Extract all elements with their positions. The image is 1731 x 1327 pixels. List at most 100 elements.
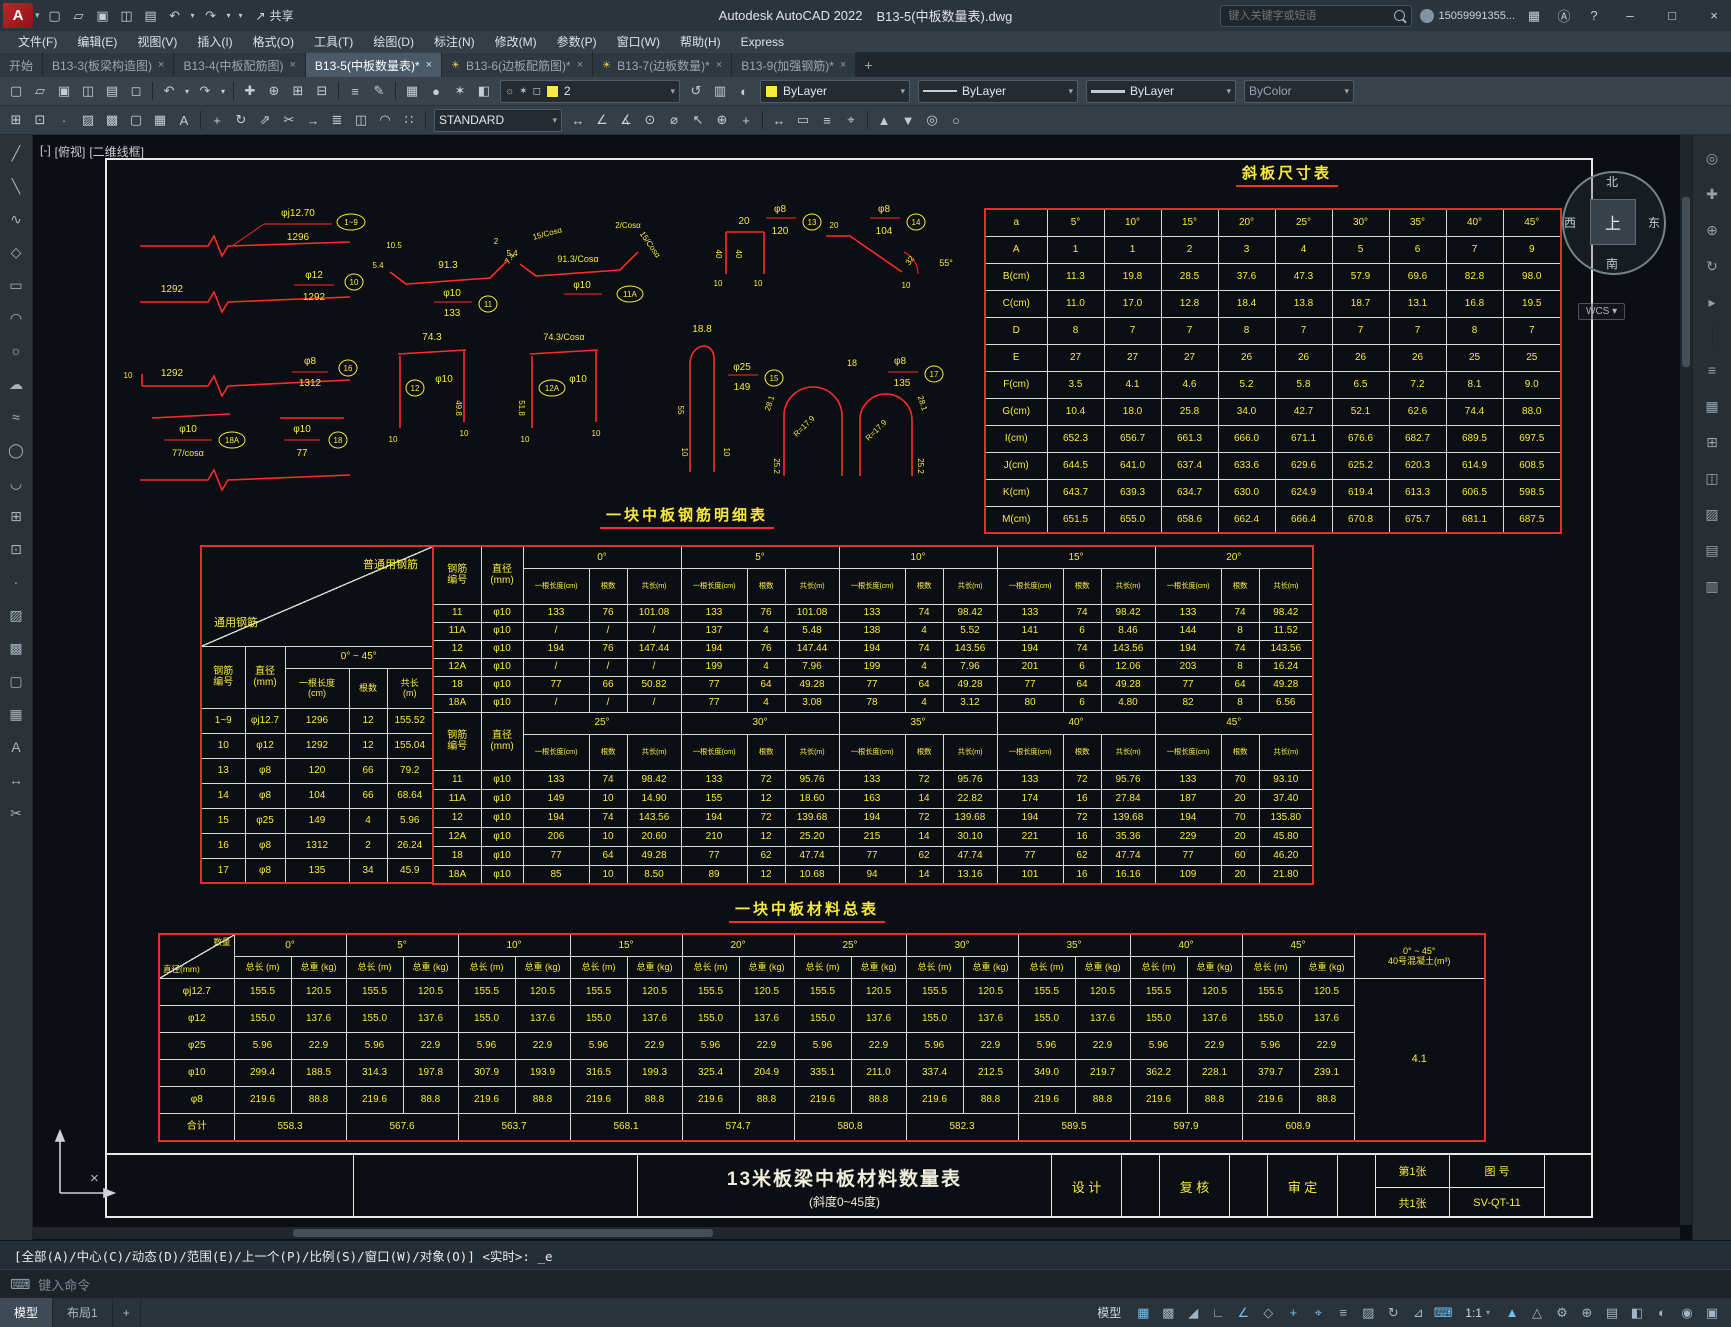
text-icon[interactable]: A — [173, 109, 195, 131]
layer-previous-icon[interactable]: ↺ — [685, 80, 707, 102]
transparency-icon[interactable]: ▨ — [1357, 1303, 1379, 1323]
table-icon[interactable]: ▦ — [5, 704, 27, 724]
circle-icon[interactable]: ○ — [5, 341, 27, 361]
orbit-icon[interactable]: ↻ — [1701, 255, 1723, 277]
region-icon[interactable]: ▢ — [5, 671, 27, 691]
layer-lock-icon[interactable]: ◧ — [473, 80, 495, 102]
file-tab[interactable]: B13-4(中板配筋图) × — [174, 52, 305, 77]
pan-hand-icon[interactable]: ✚ — [1701, 183, 1723, 205]
redo-arrow-icon[interactable]: ▾ — [218, 80, 228, 102]
qat-save-icon[interactable]: ▣ — [92, 5, 114, 27]
layer-properties-icon[interactable]: ▦ — [401, 80, 423, 102]
save-icon[interactable]: ▣ — [53, 80, 75, 102]
point-icon[interactable]: · — [53, 109, 75, 131]
menu-item[interactable]: Express — [731, 31, 794, 53]
tab-close-icon[interactable]: × — [158, 59, 164, 71]
annotation-monitor-icon[interactable]: ⊕ — [1576, 1303, 1598, 1323]
search-input[interactable] — [1226, 8, 1388, 23]
text-style-dropdown[interactable]: STANDARD ▾ — [434, 108, 562, 132]
rectangle-icon[interactable]: ▭ — [5, 275, 27, 295]
draworder-back-icon[interactable]: ▼ — [897, 109, 919, 131]
drawing-canvas[interactable]: ╱ ╲ ∿ ◇ ▭ ◠ ○ ☁ ≈ ◯ ◡ ⊞ ⊡ · ▨ ▩ ▢ ▦ A ↔ ✂ [-] [俯视] [二维线框] φj… — [0, 135, 1731, 1240]
color-dropdown[interactable]: ByLayer ▾ — [760, 79, 910, 103]
lineweight-dropdown[interactable]: ByLayer ▾ — [1086, 79, 1236, 103]
dim-radius-icon[interactable]: ⊙ — [639, 109, 661, 131]
gradient-icon[interactable]: ▩ — [5, 638, 27, 658]
insert-block-icon[interactable]: ⊞ — [5, 109, 27, 131]
spline-icon[interactable]: ≈ — [5, 407, 27, 427]
showmotion-icon[interactable]: ▸ — [1701, 291, 1723, 313]
region-icon[interactable]: ▢ — [125, 109, 147, 131]
mtext-icon[interactable]: A — [5, 737, 27, 757]
move-icon[interactable]: + — [206, 109, 228, 131]
match-properties-icon[interactable]: ✎ — [368, 80, 390, 102]
close-button[interactable]: × — [1697, 0, 1731, 31]
rotate-icon[interactable]: ↻ — [230, 109, 252, 131]
hatch-icon[interactable]: ▨ — [77, 109, 99, 131]
viewport-view-control[interactable]: [俯视] — [55, 143, 86, 160]
scrollbar-thumb[interactable] — [1682, 197, 1690, 367]
offset-icon[interactable]: ≣ — [326, 109, 348, 131]
file-tab[interactable]: B13-3(板梁构造图) × — [43, 52, 174, 77]
save-all-icon[interactable]: ◫ — [77, 80, 99, 102]
layer-freeze-icon[interactable]: ✶ — [449, 80, 471, 102]
qat-saveas-icon[interactable]: ◫ — [116, 5, 138, 27]
annotation-visibility-icon[interactable]: ▲ — [1501, 1303, 1523, 1323]
plot-icon[interactable]: ▤ — [101, 80, 123, 102]
zoom-window-icon[interactable]: ⊞ — [287, 80, 309, 102]
layer-isolate-icon[interactable]: ◐ — [733, 80, 755, 102]
menu-item[interactable]: 工具(T) — [304, 31, 363, 53]
zoom-extents-icon[interactable]: ⊕ — [1701, 219, 1723, 241]
compass-west-label[interactable]: 西 — [1560, 214, 1580, 231]
menu-item[interactable]: 格式(O) — [243, 31, 304, 53]
view-compass[interactable]: 北 南 西 东 上 — [1554, 163, 1670, 279]
isometric-drafting-icon[interactable]: ◇ — [1257, 1303, 1279, 1323]
file-tab[interactable]: B13-9(加强钢筋)* × — [732, 52, 856, 77]
compass-east-label[interactable]: 东 — [1644, 214, 1664, 231]
new-drawing-tab-button[interactable]: + — [856, 53, 880, 77]
table-icon[interactable]: ▦ — [149, 109, 171, 131]
make-block-icon[interactable]: ⊡ — [29, 109, 51, 131]
dim-aligned-icon[interactable]: ∠ — [591, 109, 613, 131]
new-layout-button[interactable]: + — [113, 1298, 141, 1327]
group-icon[interactable]: ◎ — [921, 109, 943, 131]
menu-item[interactable]: 帮助(H) — [670, 31, 731, 53]
minimize-button[interactable]: – — [1613, 0, 1647, 31]
search-icon[interactable] — [1393, 10, 1405, 21]
clean-screen-icon[interactable]: ▣ — [1701, 1303, 1723, 1323]
redo-icon[interactable]: ↷ — [194, 80, 216, 102]
line-icon[interactable]: ╱ — [5, 143, 27, 163]
autodesk-account-icon[interactable]: Ⓐ — [1553, 5, 1575, 27]
qat-undo-icon[interactable]: ↶ — [164, 5, 186, 27]
grid-display-icon[interactable]: ▦ — [1132, 1303, 1154, 1323]
dim-diameter-icon[interactable]: ⌀ — [663, 109, 685, 131]
file-tab[interactable]: B13-5(中板数量表)* × — [305, 52, 442, 77]
selection-cycling-icon[interactable]: ↻ — [1382, 1303, 1404, 1323]
workspace-switching-icon[interactable]: ⚙ — [1551, 1303, 1573, 1323]
annotation-scale-button[interactable]: 1:1 ▾ — [1457, 1303, 1498, 1323]
scrollbar-thumb[interactable] — [293, 1229, 713, 1237]
autoscale-icon[interactable]: △ — [1526, 1303, 1548, 1323]
qat-redo-icon[interactable]: ↷ — [200, 5, 222, 27]
lineweight-display-icon[interactable]: ≡ — [1332, 1303, 1354, 1323]
graphics-performance-icon[interactable]: ◉ — [1676, 1303, 1698, 1323]
blocks-palette-icon[interactable]: ⊞ — [1701, 431, 1723, 453]
object-snap-tracking-icon[interactable]: + — [1282, 1303, 1304, 1323]
layout1-tab[interactable]: 布局1 — [53, 1298, 113, 1327]
tab-close-icon[interactable]: × — [716, 59, 722, 71]
undo-icon[interactable]: ↶ — [158, 80, 180, 102]
lock-ui-icon[interactable]: ◧ — [1626, 1303, 1648, 1323]
qat-open-icon[interactable]: ▱ — [68, 5, 90, 27]
layer-dropdown[interactable]: ☼ ✶ ◻ 2 ▾ — [500, 79, 680, 103]
qat-redo-arrow-icon[interactable]: ▾ — [224, 5, 234, 27]
dim-angular-icon[interactable]: ∡ — [615, 109, 637, 131]
fillet-icon[interactable]: ◠ — [374, 109, 396, 131]
layer-on-icon[interactable]: ● — [425, 80, 447, 102]
dim-linear-icon[interactable]: ↔ — [567, 109, 589, 131]
qat-undo-arrow-icon[interactable]: ▾ — [188, 5, 198, 27]
command-input[interactable]: ⌨ 键入命令 — [0, 1269, 1731, 1299]
undo-arrow-icon[interactable]: ▾ — [182, 80, 192, 102]
hatch-icon[interactable]: ▨ — [5, 605, 27, 625]
ungroup-icon[interactable]: ○ — [945, 109, 967, 131]
tolerance-icon[interactable]: ⊕ — [711, 109, 733, 131]
